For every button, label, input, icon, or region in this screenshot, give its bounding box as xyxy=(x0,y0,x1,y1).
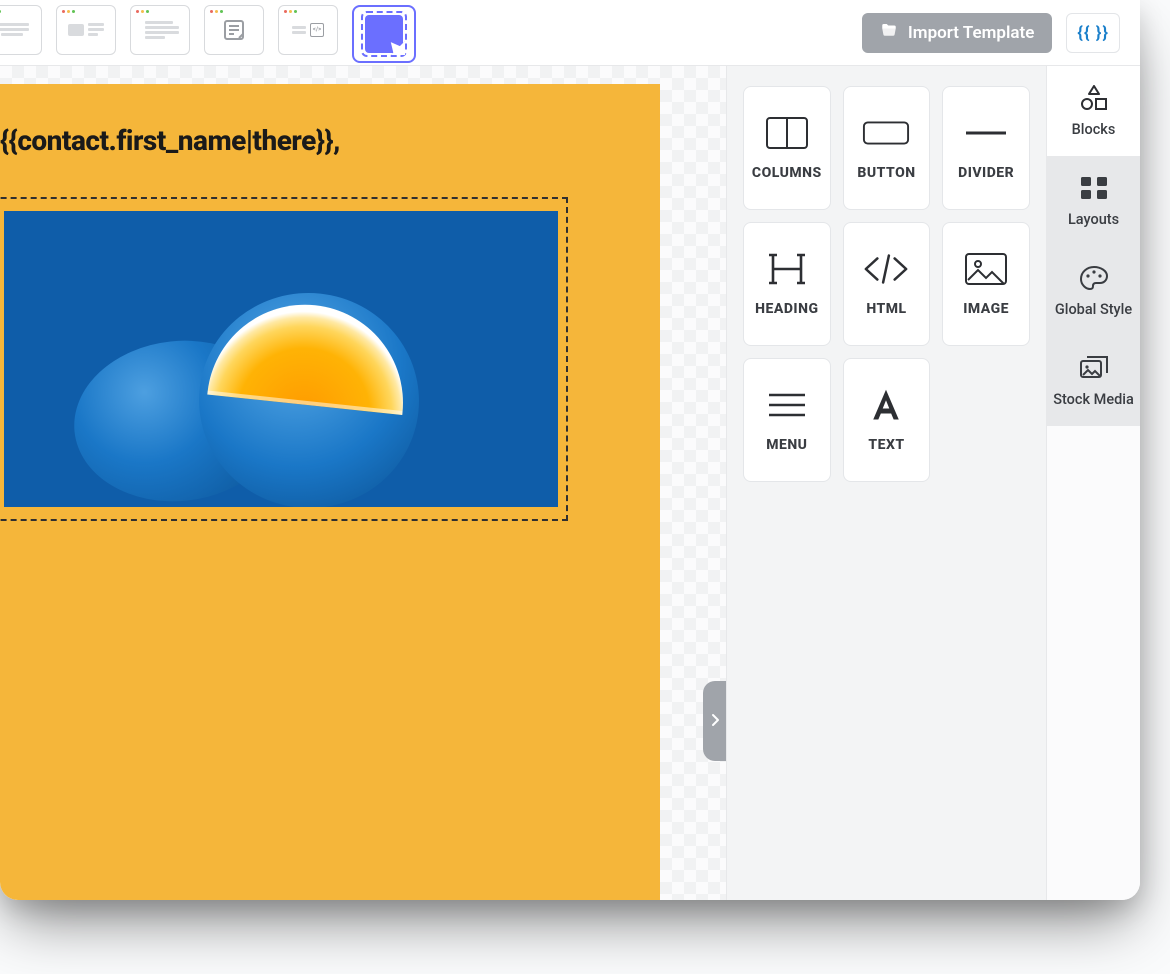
template-thumb-5[interactable]: </> xyxy=(278,5,338,55)
block-label: HTML xyxy=(866,301,906,317)
button-icon xyxy=(862,115,910,151)
block-label: BUTTON xyxy=(857,165,915,181)
selected-image-block[interactable] xyxy=(0,197,568,521)
block-heading[interactable]: HEADING xyxy=(743,222,831,346)
tab-label: Global Style xyxy=(1055,301,1132,318)
palette-icon xyxy=(1079,265,1109,295)
side-tabs: Blocks Layouts Global Style xyxy=(1046,66,1140,900)
block-text[interactable]: TEXT xyxy=(843,358,931,482)
grid-icon xyxy=(1079,175,1109,205)
merge-tags-label: {{ }} xyxy=(1077,23,1109,43)
template-thumb-selected[interactable] xyxy=(352,5,416,63)
media-icon xyxy=(1079,355,1109,385)
blocks-grid: COLUMNS BUTTON DIVIDER xyxy=(743,86,1030,482)
template-thumbnails: </> xyxy=(0,3,416,63)
hero-image[interactable] xyxy=(4,211,558,507)
menu-icon xyxy=(763,387,811,423)
block-columns[interactable]: COLUMNS xyxy=(743,86,831,210)
deal-heading[interactable]: e Christmas Deal xyxy=(0,549,624,587)
image-icon xyxy=(962,251,1010,287)
import-template-label: Import Template xyxy=(908,23,1034,43)
merge-tags-button[interactable]: {{ }} xyxy=(1066,13,1120,53)
top-toolbar: </> Import Template {{ }} xyxy=(0,0,1140,66)
shapes-icon xyxy=(1079,85,1109,115)
divider-icon xyxy=(962,115,1010,151)
right-panel: COLUMNS BUTTON DIVIDER xyxy=(726,66,1140,900)
text-icon xyxy=(862,387,910,423)
tab-blocks[interactable]: Blocks xyxy=(1047,66,1140,156)
selection-icon xyxy=(365,15,403,53)
block-menu[interactable]: MENU xyxy=(743,358,831,482)
template-thumb-2[interactable] xyxy=(56,5,116,55)
tab-label: Stock Media xyxy=(1053,391,1134,408)
tab-global-style[interactable]: Global Style xyxy=(1047,246,1140,336)
heading-icon xyxy=(763,251,811,287)
tab-layouts[interactable]: Layouts xyxy=(1047,156,1140,246)
app-window: </> Import Template {{ }} {{contact.firs… xyxy=(0,0,1140,900)
block-label: HEADING xyxy=(755,301,818,317)
block-divider[interactable]: DIVIDER xyxy=(942,86,1030,210)
tab-label: Blocks xyxy=(1072,121,1116,138)
blocks-area: COLUMNS BUTTON DIVIDER xyxy=(727,66,1046,900)
block-html[interactable]: HTML xyxy=(843,222,931,346)
block-label: MENU xyxy=(766,437,807,453)
canvas[interactable]: {{contact.first_name|there}}, e Christma… xyxy=(0,66,726,900)
block-label: IMAGE xyxy=(963,301,1009,317)
block-label: COLUMNS xyxy=(752,165,822,181)
import-template-button[interactable]: Import Template xyxy=(862,13,1052,53)
email-body[interactable]: {{contact.first_name|there}}, e Christma… xyxy=(0,84,660,900)
block-label: TEXT xyxy=(868,437,904,453)
html-icon xyxy=(862,251,910,287)
template-thumb-1[interactable] xyxy=(0,5,42,55)
template-thumb-3[interactable] xyxy=(130,5,190,55)
folder-icon xyxy=(880,21,898,44)
orange-cut-shape xyxy=(207,295,412,415)
block-button[interactable]: BUTTON xyxy=(843,86,931,210)
panel-collapse-handle[interactable] xyxy=(703,681,726,761)
block-image[interactable]: IMAGE xyxy=(942,222,1030,346)
tab-label: Layouts xyxy=(1068,211,1119,228)
tab-stock-media[interactable]: Stock Media xyxy=(1047,336,1140,426)
chevron-right-icon xyxy=(710,712,720,731)
block-label: DIVIDER xyxy=(958,165,1014,181)
greeting-text[interactable]: {{contact.first_name|there}}, xyxy=(0,124,624,157)
main-area: {{contact.first_name|there}}, e Christma… xyxy=(0,66,1140,900)
template-thumb-4[interactable] xyxy=(204,5,264,55)
columns-icon xyxy=(763,115,811,151)
